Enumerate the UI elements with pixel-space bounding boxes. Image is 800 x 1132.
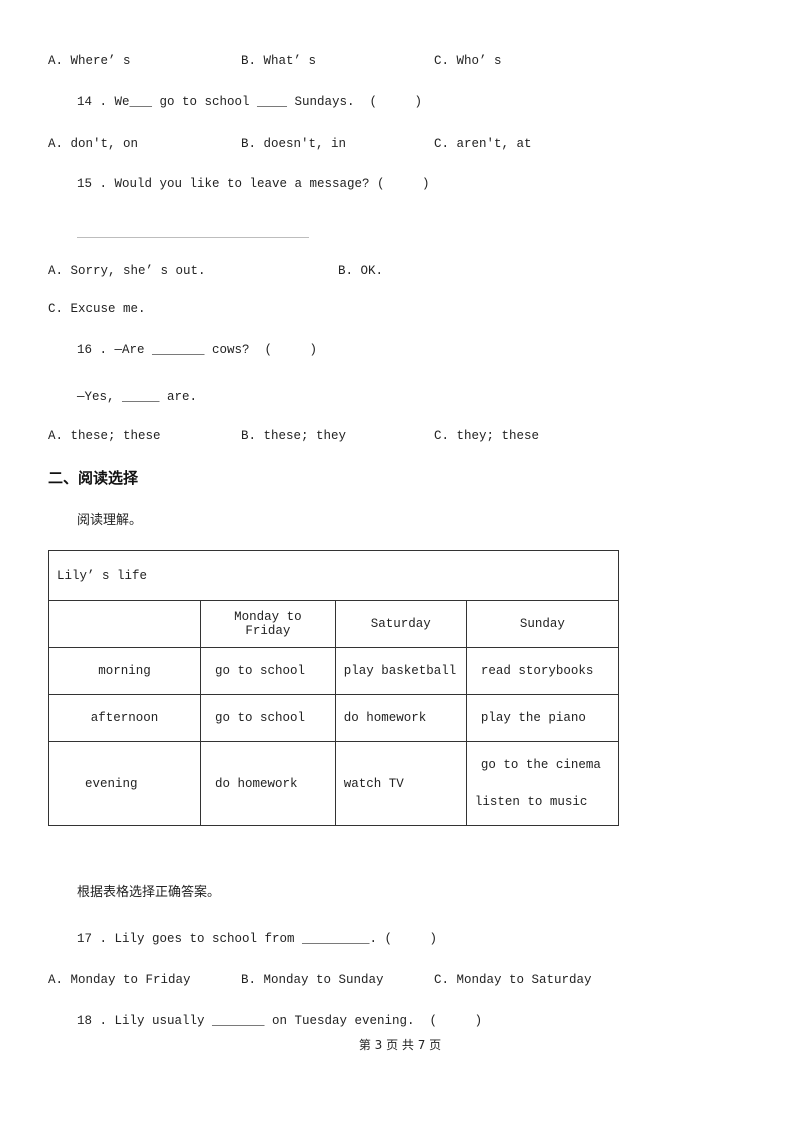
- table-instruction: 根据表格选择正确答案。: [77, 885, 221, 900]
- q14-option-c[interactable]: C. aren't, at: [434, 136, 532, 152]
- table-cell: do homework: [200, 741, 336, 826]
- q15-option-a[interactable]: A. Sorry, she’ s out.: [48, 263, 206, 279]
- table-cell: play basketball: [334, 647, 467, 695]
- q14-stem: 14 . We___ go to school ____ Sundays. ( …: [77, 95, 423, 109]
- table-title: Lily’ s life: [48, 550, 619, 601]
- table-cell-line: go to the cinema: [480, 758, 601, 772]
- q13-option-a[interactable]: A. Where’ s: [48, 53, 131, 69]
- table-cell: play the piano: [465, 694, 620, 742]
- table-cell: do homework: [334, 694, 467, 742]
- table-header-cell: [47, 600, 202, 648]
- q15-answer-line[interactable]: [77, 237, 309, 238]
- q14-option-b[interactable]: B. doesn't, in: [241, 136, 346, 152]
- q16-line2: —Yes, _____ are.: [77, 390, 198, 404]
- row-label: morning: [47, 647, 202, 695]
- row-label: evening: [47, 741, 202, 826]
- q17-option-a[interactable]: A. Monday to Friday: [48, 972, 191, 988]
- q15-stem: 15 . Would you like to leave a message? …: [77, 177, 430, 191]
- table-row: morning go to school play basketball rea…: [47, 647, 620, 695]
- table-row: evening do homework watch TV go to the c…: [47, 741, 620, 826]
- q15-option-b[interactable]: B. OK.: [338, 263, 383, 279]
- q16-stem: 16 . —Are _______ cows? ( ): [77, 343, 318, 357]
- lily-life-table: Lily’ s life Monday to Friday Saturday S…: [47, 550, 620, 826]
- table-header-row: Monday to Friday Saturday Sunday: [47, 600, 620, 648]
- table-cell: go to school: [200, 694, 336, 742]
- section-instruction: 阅读理解。: [77, 513, 143, 528]
- q17-option-c[interactable]: C. Monday to Saturday: [434, 972, 592, 988]
- q16-option-a[interactable]: A. these; these: [48, 428, 161, 444]
- q13-option-c[interactable]: C. Who’ s: [434, 53, 502, 69]
- table-header-cell: Saturday: [334, 600, 467, 648]
- q17-stem: 17 . Lily goes to school from _________.…: [77, 932, 438, 946]
- q15-option-c[interactable]: C. Excuse me.: [48, 301, 146, 317]
- page-footer: 第 3 页 共 7 页: [358, 1038, 442, 1052]
- q14-option-a[interactable]: A. don't, on: [48, 136, 138, 152]
- q18-stem: 18 . Lily usually _______ on Tuesday eve…: [77, 1014, 483, 1028]
- table-cell: go to school: [200, 647, 336, 695]
- q16-option-b[interactable]: B. these; they: [241, 428, 346, 444]
- q17-option-b[interactable]: B. Monday to Sunday: [241, 972, 384, 988]
- row-label: afternoon: [47, 694, 202, 742]
- table-cell-multi: go to the cinema listen to music: [465, 741, 620, 826]
- table-header-cell: Monday to Friday: [200, 600, 336, 648]
- table-cell: read storybooks: [465, 647, 620, 695]
- q16-option-c[interactable]: C. they; these: [434, 428, 539, 444]
- table-row: afternoon go to school do homework play …: [47, 694, 620, 742]
- table-cell-line: listen to music: [474, 795, 588, 809]
- table-cell: watch TV: [334, 741, 467, 826]
- section-title: 二、阅读选择: [48, 469, 139, 487]
- q13-option-b[interactable]: B. What’ s: [241, 53, 316, 69]
- table-header-cell: Sunday: [465, 600, 620, 648]
